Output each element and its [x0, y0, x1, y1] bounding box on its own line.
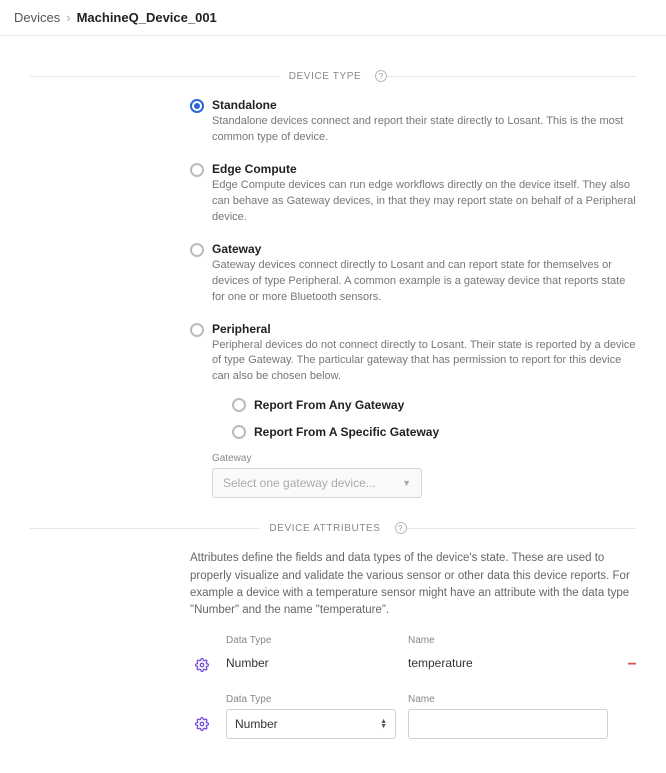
breadcrumb-root[interactable]: Devices — [14, 10, 60, 25]
section-title: DEVICE ATTRIBUTES — [259, 523, 390, 534]
minus-icon: − — [627, 656, 636, 674]
column-label-datatype: Data Type — [226, 635, 396, 646]
gateway-select-label: Gateway — [212, 453, 636, 464]
radio-button-icon[interactable] — [232, 398, 246, 412]
column-label-datatype: Data Type — [226, 694, 396, 705]
help-icon[interactable]: ? — [395, 522, 407, 534]
radio-description: Peripheral devices do not connect direct… — [212, 338, 636, 386]
radio-title: Gateway — [212, 242, 636, 256]
gateway-select[interactable]: Select one gateway device... ▼ — [212, 468, 422, 498]
radio-description: Edge Compute devices can run edge workfl… — [212, 178, 636, 226]
column-label-name: Name — [408, 694, 608, 705]
gear-icon[interactable] — [195, 658, 209, 672]
section-header-device-type: DEVICE TYPE ? — [30, 70, 636, 82]
device-type-radio-group: Standalone Standalone devices connect an… — [190, 98, 636, 498]
radio-peripheral[interactable]: Peripheral Peripheral devices do not con… — [190, 322, 636, 499]
radio-button-icon[interactable] — [190, 99, 204, 113]
radio-button-icon[interactable] — [190, 243, 204, 257]
radio-button-icon[interactable] — [190, 163, 204, 177]
radio-title: Report From A Specific Gateway — [254, 425, 439, 439]
chevron-right-icon: › — [66, 10, 70, 25]
gateway-select-placeholder: Select one gateway device... — [223, 476, 376, 490]
attribute-datatype-value: Number — [226, 650, 396, 680]
attribute-row: Data Type Number ▲▼ Name — [190, 694, 636, 739]
radio-title: Edge Compute — [212, 162, 636, 176]
radio-standalone[interactable]: Standalone Standalone devices connect an… — [190, 98, 636, 146]
radio-title: Standalone — [212, 98, 636, 112]
breadcrumb: Devices › MachineQ_Device_001 — [0, 0, 666, 36]
radio-button-icon[interactable] — [190, 323, 204, 337]
radio-button-icon[interactable] — [232, 425, 246, 439]
help-icon[interactable]: ? — [375, 70, 387, 82]
attribute-name-value: temperature — [408, 650, 608, 680]
select-value: Number — [235, 717, 278, 731]
section-title: DEVICE TYPE — [279, 71, 372, 82]
radio-edge-compute[interactable]: Edge Compute Edge Compute devices can ru… — [190, 162, 636, 226]
radio-gateway[interactable]: Gateway Gateway devices connect directly… — [190, 242, 636, 306]
gear-icon[interactable] — [195, 717, 209, 731]
chevron-down-icon: ▼ — [402, 478, 411, 488]
attribute-name-input[interactable] — [408, 709, 608, 739]
section-header-device-attributes: DEVICE ATTRIBUTES ? — [30, 522, 636, 534]
radio-report-any-gateway[interactable]: Report From Any Gateway — [232, 397, 636, 412]
attributes-description: Attributes define the fields and data ty… — [190, 550, 636, 619]
column-label-name: Name — [408, 635, 608, 646]
remove-attribute-button[interactable]: − — [620, 650, 644, 680]
radio-report-specific-gateway[interactable]: Report From A Specific Gateway — [232, 424, 636, 439]
radio-title: Peripheral — [212, 322, 636, 336]
radio-title: Report From Any Gateway — [254, 398, 404, 412]
attribute-datatype-select[interactable]: Number ▲▼ — [226, 709, 396, 739]
radio-description: Standalone devices connect and report th… — [212, 114, 636, 146]
breadcrumb-current: MachineQ_Device_001 — [77, 10, 217, 25]
select-stepper-icon: ▲▼ — [380, 719, 387, 729]
attribute-row: Data Type Number Name temperature − — [190, 635, 636, 680]
radio-description: Gateway devices connect directly to Losa… — [212, 258, 636, 306]
